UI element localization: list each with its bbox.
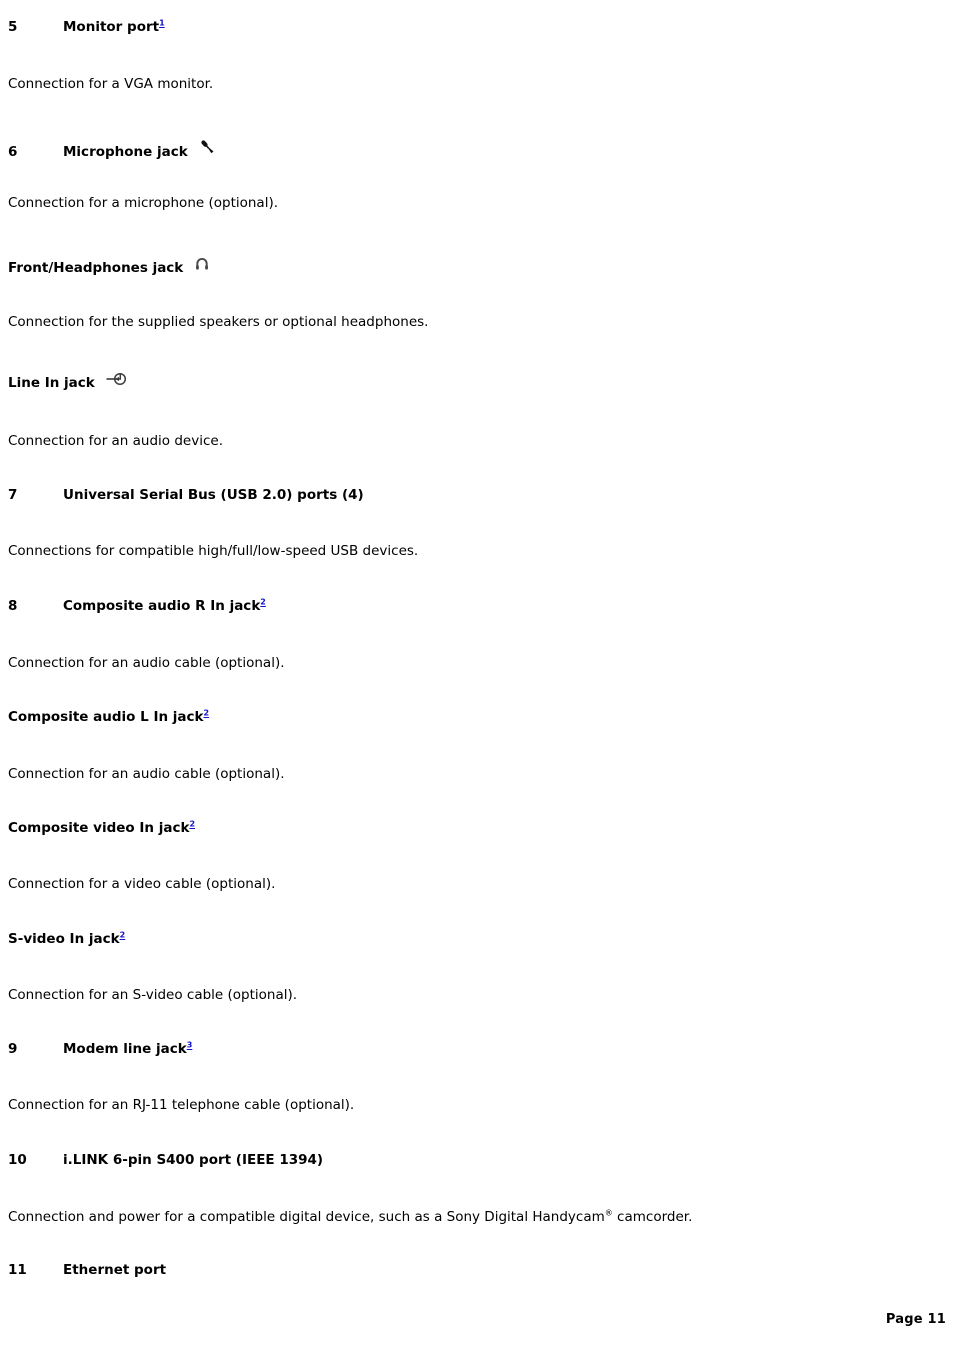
page-footer: Page 11 <box>885 1312 946 1327</box>
footnote-link[interactable]: 2 <box>260 598 266 607</box>
heading-microphone-jack: 6 Microphone jack <box>8 138 217 160</box>
entry-ethernet-port: 11 Ethernet port <box>8 1262 166 1278</box>
entry-s-video-in-jack: S-video In jack2 <box>8 931 125 947</box>
entry-label: Composite audio L In jack2 <box>8 708 210 725</box>
body-composite-audio-l-in-jack: Connection for an audio cable (optional)… <box>8 766 285 782</box>
microphone-icon <box>197 138 217 156</box>
body-composite-video-in-jack: Connection for a video cable (optional). <box>8 876 276 892</box>
entry-composite-audio-l-in-jack: Composite audio L In jack2 <box>8 709 209 725</box>
body-ilink-port: Connection and power for a compatible di… <box>8 1209 692 1226</box>
entry-usb-ports: 7 Universal Serial Bus (USB 2.0) ports (… <box>8 487 364 503</box>
body-text-after: camcorder. <box>612 1209 693 1225</box>
entry-label: Universal Serial Bus (USB 2.0) ports (4) <box>63 487 364 503</box>
heading-ilink-port: 10 i.LINK 6-pin S400 port (IEEE 1394) <box>8 1152 323 1168</box>
entry-microphone-jack: 6 Microphone jack <box>8 138 217 160</box>
heading-composite-video-in-jack: Composite video In jack2 <box>8 820 195 836</box>
entry-label: Microphone jack <box>63 144 188 160</box>
heading-front-headphones-jack: Front/Headphones jack <box>8 256 210 276</box>
body-usb-ports: Connections for compatible high/full/low… <box>8 543 419 559</box>
entry-label: Composite audio R In jack2 <box>63 597 266 614</box>
entry-monitor-port: 5 Monitor port1 <box>8 19 165 35</box>
body-front-headphones-jack: Connection for the supplied speakers or … <box>8 314 429 330</box>
footnote-link[interactable]: 2 <box>120 931 126 940</box>
body-composite-audio-r-in-jack: Connection for an audio cable (optional)… <box>8 655 285 671</box>
entry-front-headphones-jack: Front/Headphones jack <box>8 256 210 276</box>
heading-modem-line-jack: 9 Modem line jack3 <box>8 1041 192 1057</box>
heading-composite-audio-r-in-jack: 8 Composite audio R In jack2 <box>8 598 266 614</box>
entry-number: 9 <box>8 1041 18 1057</box>
body-microphone-jack: Connection for a microphone (optional). <box>8 195 279 211</box>
entry-label: Front/Headphones jack <box>8 260 184 276</box>
heading-usb-ports: 7 Universal Serial Bus (USB 2.0) ports (… <box>8 487 364 503</box>
entry-label: Monitor port1 <box>63 18 165 35</box>
body-modem-line-jack: Connection for an RJ-11 telephone cable … <box>8 1097 355 1113</box>
entry-label: Line In jack <box>8 375 95 391</box>
entry-number: 5 <box>8 19 18 35</box>
entry-line-in-jack: Line In jack <box>8 372 129 391</box>
body-s-video-in-jack: Connection for an S-video cable (optiona… <box>8 987 298 1003</box>
body-text-before: Connection and power for a compatible di… <box>8 1209 605 1225</box>
entry-label: S-video In jack2 <box>8 930 126 947</box>
entry-composite-video-in-jack: Composite video In jack2 <box>8 820 195 836</box>
footnote-link[interactable]: 2 <box>204 709 210 718</box>
heading-composite-audio-l-in-jack: Composite audio L In jack2 <box>8 709 209 725</box>
heading-monitor-port: 5 Monitor port1 <box>8 19 165 35</box>
heading-line-in-jack: Line In jack <box>8 372 129 391</box>
body-monitor-port: Connection for a VGA monitor. <box>8 76 214 92</box>
entry-label: i.LINK 6-pin S400 port (IEEE 1394) <box>63 1152 324 1168</box>
registered-trademark-icon: ® <box>604 1208 613 1218</box>
document-page: 5 Monitor port1 Connection for a VGA mon… <box>0 0 954 1351</box>
body-line-in-jack: Connection for an audio device. <box>8 433 223 449</box>
entry-composite-audio-r-in-jack: 8 Composite audio R In jack2 <box>8 598 266 614</box>
line-in-icon <box>105 371 129 387</box>
entry-number: 8 <box>8 598 18 614</box>
entry-number: 11 <box>8 1262 27 1278</box>
footnote-link[interactable]: 2 <box>189 820 195 829</box>
entry-number: 7 <box>8 487 18 503</box>
footnote-link[interactable]: 3 <box>187 1041 193 1050</box>
entry-modem-line-jack: 9 Modem line jack3 <box>8 1041 192 1057</box>
entry-number: 10 <box>8 1152 27 1168</box>
entry-label: Ethernet port <box>63 1262 167 1278</box>
footnote-link[interactable]: 1 <box>159 19 165 28</box>
headphones-icon <box>194 256 210 272</box>
heading-ethernet-port: 11 Ethernet port <box>8 1262 166 1278</box>
entry-label: Modem line jack3 <box>63 1040 193 1057</box>
entry-label: Composite video In jack2 <box>8 819 196 836</box>
heading-s-video-in-jack: S-video In jack2 <box>8 931 125 947</box>
entry-ilink-port: 10 i.LINK 6-pin S400 port (IEEE 1394) <box>8 1152 323 1168</box>
entry-number: 6 <box>8 144 18 160</box>
